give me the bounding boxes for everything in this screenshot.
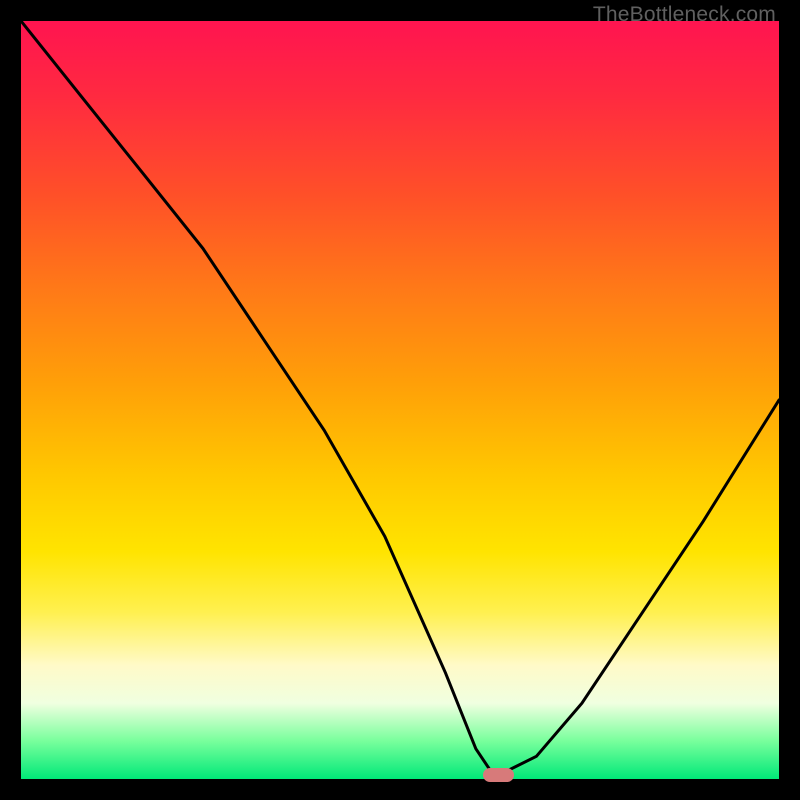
curve-svg: [21, 21, 779, 779]
chart-frame: TheBottleneck.com: [0, 0, 800, 800]
watermark-text: TheBottleneck.com: [593, 3, 776, 27]
plot-area: [21, 21, 779, 779]
bottleneck-curve-path: [21, 21, 779, 771]
optimal-marker: [483, 768, 513, 782]
